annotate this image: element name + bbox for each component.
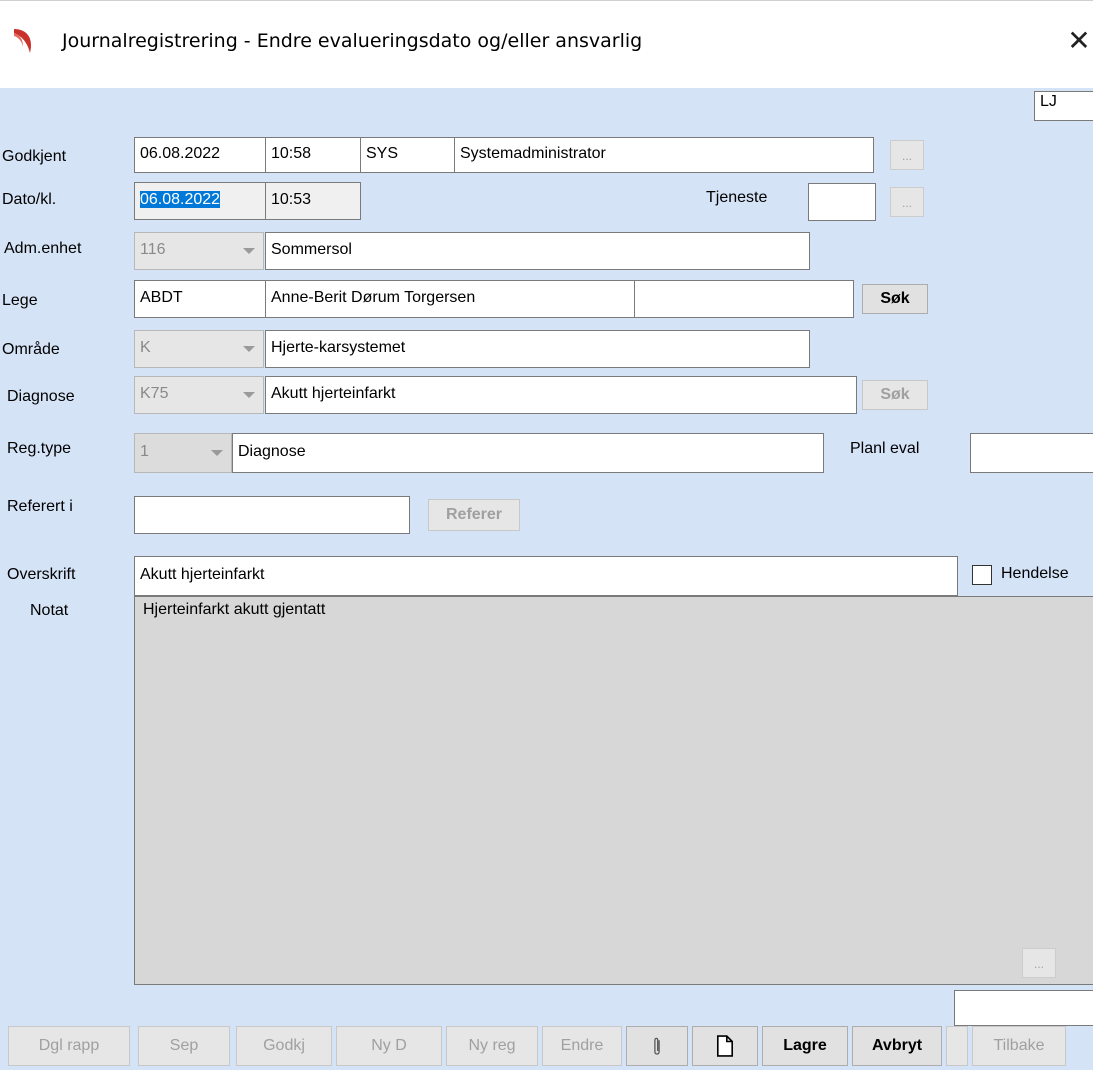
endre-button[interactable]: Endre <box>542 1026 622 1066</box>
adm-enhet-code: 116 <box>140 241 166 258</box>
app-logo-icon <box>14 29 32 53</box>
tjeneste-lookup-button[interactable]: ... <box>890 187 924 217</box>
hendelse-label: Hendelse <box>1001 565 1069 582</box>
diagnose-search-button[interactable]: Søk <box>862 380 928 410</box>
new-document-button[interactable] <box>692 1026 758 1066</box>
sep-button[interactable]: Sep <box>138 1026 230 1066</box>
godkjent-time-field[interactable]: 10:58 <box>265 137 361 173</box>
godkjent-label: Godkjent <box>2 148 67 165</box>
lege-extra-field[interactable] <box>634 280 854 318</box>
lege-code-field[interactable]: ABDT <box>134 280 266 318</box>
dato-date-value: 06.08.2022 <box>140 191 221 208</box>
godkjent-date-field[interactable]: 06.08.2022 <box>134 137 266 173</box>
omrade-code: K <box>140 339 151 356</box>
form-area: LJ Godkjent 06.08.2022 10:58 SYS Systema… <box>0 88 1093 1070</box>
omrade-label: Område <box>2 341 60 358</box>
planl-eval-field[interactable] <box>970 433 1093 473</box>
godkjent-user-name-field[interactable]: Systemadministrator <box>454 137 874 173</box>
overskrift-field[interactable]: Akutt hjerteinfarkt <box>134 556 958 596</box>
chevron-down-icon[interactable] <box>235 331 263 367</box>
omrade-name-field[interactable]: Hjerte-karsystemet <box>265 330 810 368</box>
lege-name-field[interactable]: Anne-Berit Dørum Torgersen <box>265 280 635 318</box>
adm-enhet-combo[interactable]: 116 <box>134 232 264 270</box>
dato-label: Dato/kl. <box>2 191 57 208</box>
reg-type-code: 1 <box>140 443 149 460</box>
new-document-icon <box>716 1035 734 1057</box>
godkj-button[interactable]: Godkj <box>236 1026 332 1066</box>
user-code-field[interactable]: LJ <box>1034 91 1093 121</box>
avbryt-button[interactable]: Avbryt <box>852 1026 942 1066</box>
dgl-rapp-button[interactable]: Dgl rapp <box>8 1026 130 1066</box>
tjeneste-field[interactable] <box>808 183 876 221</box>
reg-type-label: Reg.type <box>7 440 72 457</box>
reg-type-name-field[interactable]: Diagnose <box>232 433 824 473</box>
dato-date-field[interactable]: 06.08.2022 <box>134 182 266 220</box>
referert-label: Referert i <box>7 498 73 515</box>
tilbake-button[interactable]: Tilbake <box>972 1026 1066 1066</box>
notat-lookup-button[interactable]: ... <box>1022 948 1056 978</box>
window-title: Journalregistrering - Endre evalueringsd… <box>62 30 643 52</box>
referert-field[interactable] <box>134 496 410 534</box>
chevron-down-icon[interactable] <box>235 377 263 413</box>
close-icon[interactable]: ✕ <box>1062 23 1093 59</box>
tjeneste-label: Tjeneste <box>706 189 768 206</box>
overskrift-label: Overskrift <box>7 566 76 583</box>
lege-label: Lege <box>2 292 38 309</box>
notat-text: Hjerteinfarkt akutt gjentatt <box>143 601 326 618</box>
diagnose-code: K75 <box>140 385 169 402</box>
notat-textarea[interactable]: Hjerteinfarkt akutt gjentatt <box>134 596 1093 985</box>
diagnose-label: Diagnose <box>7 388 75 405</box>
chevron-down-icon[interactable] <box>235 233 263 269</box>
godkjent-user-code-field[interactable]: SYS <box>360 137 455 173</box>
bottom-field[interactable] <box>954 990 1093 1026</box>
toolbar-separator <box>946 1026 968 1066</box>
attachment-button[interactable] <box>626 1026 688 1066</box>
notat-label: Notat <box>30 602 69 619</box>
lege-search-button[interactable]: Søk <box>862 284 928 314</box>
planl-eval-label: Planl eval <box>850 440 920 457</box>
adm-enhet-name-field[interactable]: Sommersol <box>265 232 810 270</box>
paperclip-icon <box>654 1037 660 1055</box>
godkjent-lookup-button[interactable]: ... <box>890 140 924 170</box>
lagre-button[interactable]: Lagre <box>762 1026 848 1066</box>
hendelse-checkbox[interactable] <box>972 565 992 585</box>
reg-type-combo[interactable]: 1 <box>134 433 232 473</box>
title-bar: Journalregistrering - Endre evalueringsd… <box>0 0 1093 89</box>
dato-time-field[interactable]: 10:53 <box>265 182 361 220</box>
diagnose-combo[interactable]: K75 <box>134 376 264 414</box>
adm-enhet-label: Adm.enhet <box>4 240 82 257</box>
ny-d-button[interactable]: Ny D <box>336 1026 442 1066</box>
chevron-down-icon[interactable] <box>203 434 231 472</box>
diagnose-name-field[interactable]: Akutt hjerteinfarkt <box>265 376 857 414</box>
omrade-combo[interactable]: K <box>134 330 264 368</box>
ny-reg-button[interactable]: Ny reg <box>446 1026 538 1066</box>
referer-button[interactable]: Referer <box>428 499 520 531</box>
